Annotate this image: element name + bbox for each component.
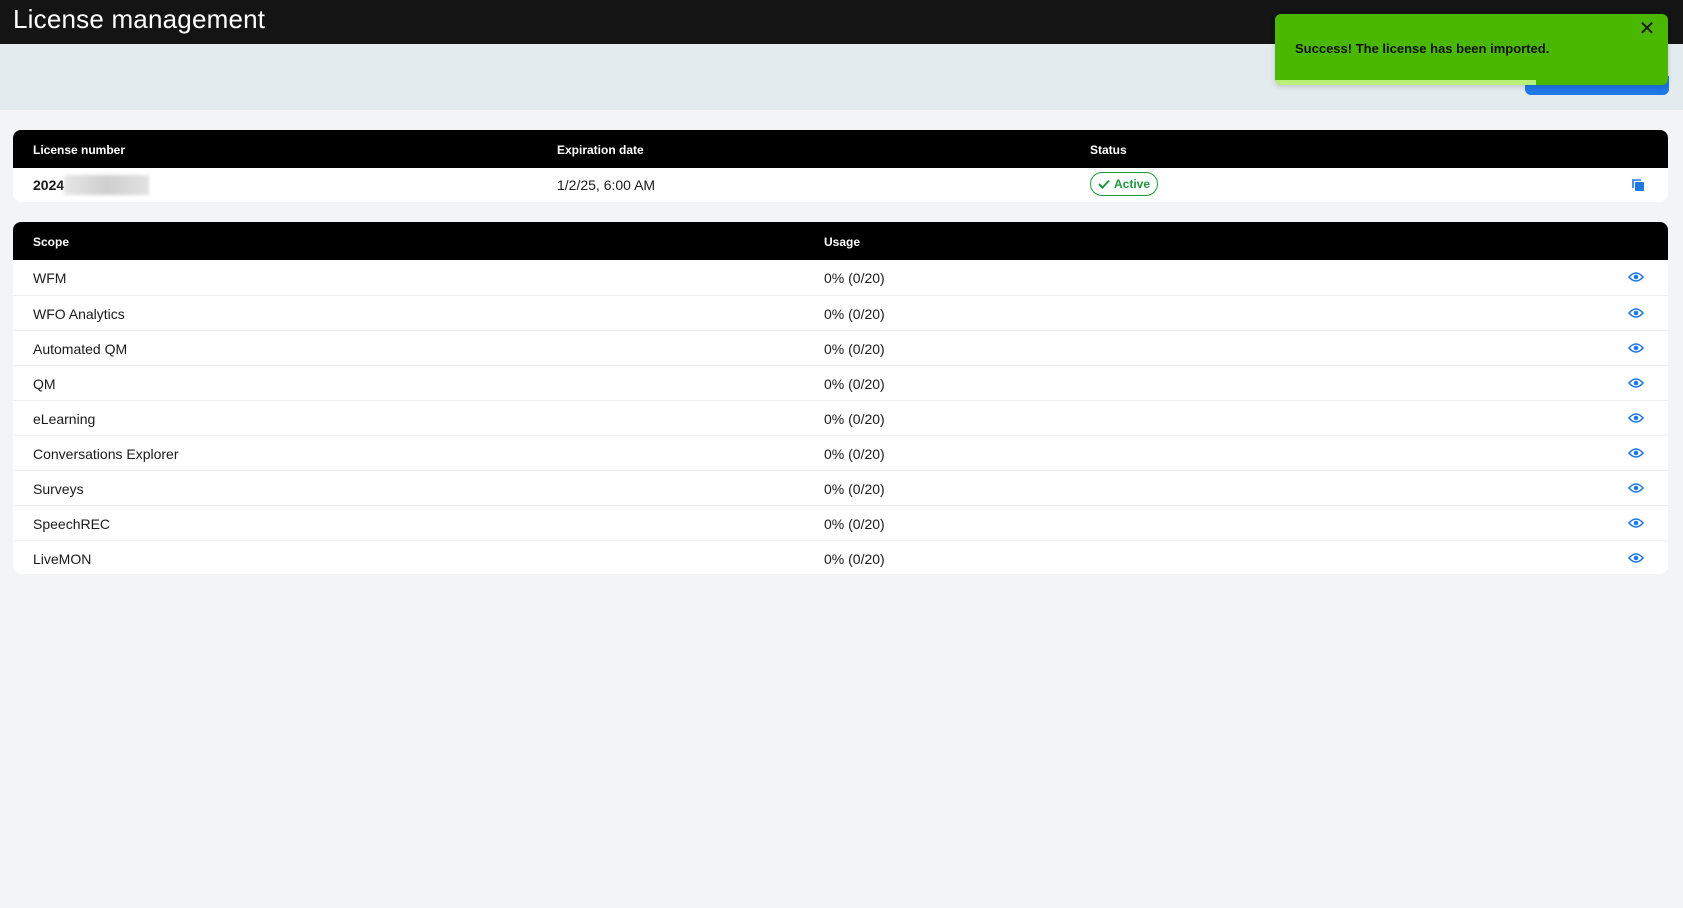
column-header-status: Status	[1090, 143, 1127, 157]
scope-table-header: Scope Usage	[13, 222, 1668, 260]
scope-usage: 0% (0/20)	[824, 516, 885, 532]
license-row: 2024 1/2/25, 6:00 AM Active	[13, 168, 1668, 202]
scope-name: QM	[33, 376, 56, 392]
table-row: Automated QM 0% (0/20)	[13, 330, 1668, 365]
license-table-header: License number Expiration date Status	[13, 130, 1668, 168]
scope-usage: 0% (0/20)	[824, 270, 885, 286]
scope-name: eLearning	[33, 411, 96, 427]
table-row: QM 0% (0/20)	[13, 365, 1668, 400]
scope-name: LiveMON	[33, 551, 92, 567]
eye-icon[interactable]	[1628, 411, 1644, 425]
eye-icon[interactable]	[1628, 481, 1644, 495]
scope-table: Scope Usage WFM 0% (0/20) WFO Analytics 0% …	[13, 222, 1668, 574]
scope-usage: 0% (0/20)	[824, 481, 885, 497]
license-number: 2024	[33, 177, 65, 193]
scope-name: Conversations Explorer	[33, 446, 179, 462]
status-badge: Active	[1090, 172, 1158, 196]
eye-icon[interactable]	[1628, 376, 1644, 390]
table-row: SpeechREC 0% (0/20)	[13, 505, 1668, 540]
license-table: License number Expiration date Status 20…	[13, 130, 1668, 202]
column-header-expiration-date: Expiration date	[557, 143, 644, 157]
scope-usage: 0% (0/20)	[824, 446, 885, 462]
eye-icon[interactable]	[1628, 446, 1644, 460]
scope-usage: 0% (0/20)	[824, 341, 885, 357]
scope-name: WFO Analytics	[33, 306, 125, 322]
table-row: eLearning 0% (0/20)	[13, 400, 1668, 435]
scope-name: Automated QM	[33, 341, 128, 357]
close-icon[interactable]: ✕	[1636, 18, 1658, 40]
page-title: License management	[13, 4, 266, 34]
expiration-date: 1/2/25, 6:00 AM	[557, 177, 656, 193]
toast-message: Success! The license has been imported.	[1295, 41, 1550, 56]
eye-icon[interactable]	[1628, 551, 1644, 565]
scope-usage: 0% (0/20)	[824, 411, 885, 427]
toast-progress-bar	[1275, 80, 1537, 85]
scope-usage: 0% (0/20)	[824, 306, 885, 322]
table-row: LiveMON 0% (0/20)	[13, 540, 1668, 574]
table-row: WFM 0% (0/20)	[13, 260, 1668, 295]
eye-icon[interactable]	[1628, 270, 1644, 284]
column-header-license-number: License number	[33, 143, 126, 157]
scope-usage: 0% (0/20)	[824, 376, 885, 392]
checkmark-icon	[1098, 179, 1110, 189]
eye-icon[interactable]	[1628, 306, 1644, 320]
scope-name: SpeechREC	[33, 516, 111, 532]
scope-usage: 0% (0/20)	[824, 551, 885, 567]
scope-name: Surveys	[33, 481, 84, 497]
table-row: Surveys 0% (0/20)	[13, 470, 1668, 505]
eye-icon[interactable]	[1628, 516, 1644, 530]
success-toast: Success! The license has been imported. …	[1275, 14, 1668, 85]
table-row: Conversations Explorer 0% (0/20)	[13, 435, 1668, 470]
table-row: WFO Analytics 0% (0/20)	[13, 295, 1668, 330]
copy-icon[interactable]	[1631, 178, 1645, 192]
status-text: Active	[1114, 177, 1151, 191]
column-header-usage: Usage	[824, 235, 861, 249]
scope-name: WFM	[33, 270, 67, 286]
column-header-scope: Scope	[33, 235, 70, 249]
scope-rows: WFM 0% (0/20) WFO Analytics 0% (0/20) Automa…	[13, 260, 1668, 574]
redacted-license-digits	[64, 175, 149, 195]
eye-icon[interactable]	[1628, 341, 1644, 355]
